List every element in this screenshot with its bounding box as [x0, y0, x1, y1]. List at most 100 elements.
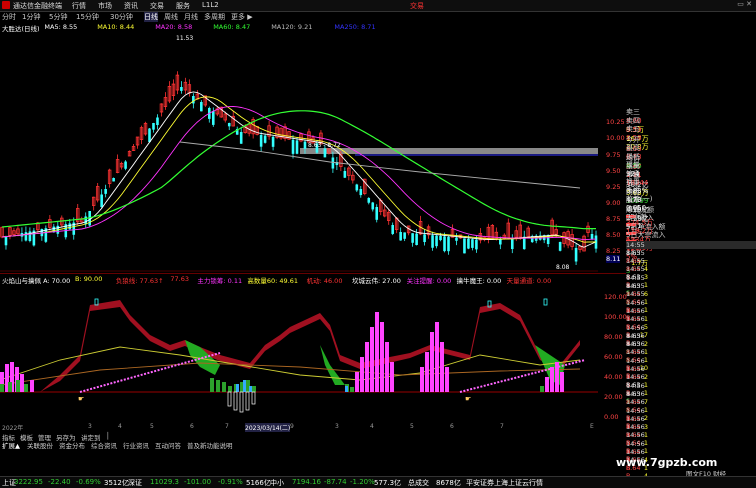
ma-legend: 大胜达(日线) MA5: 8.55 MA10: 8.44 MA20: 8.58 MA60…	[0, 23, 598, 33]
menu-item-market[interactable]: 市场	[98, 1, 112, 11]
price-axis-label: 9.00	[606, 199, 621, 207]
tick-row: 14:56 8.64 17 B	[626, 315, 756, 347]
hollow-bar	[239, 391, 244, 413]
volume-bar	[440, 342, 444, 392]
hollow-bar	[251, 391, 256, 405]
candle-body	[411, 233, 414, 243]
tick-time: 14:56	[626, 389, 645, 398]
candle-body	[152, 123, 155, 130]
cyan-bar	[236, 384, 239, 392]
index-ticker-item: -1.20%	[350, 478, 375, 486]
time-axis-label: 7	[225, 423, 229, 430]
extension-tab[interactable]: 综合资讯	[91, 440, 117, 450]
extension-tab[interactable]: 互动问答	[155, 440, 181, 450]
tick-time: 14:56	[626, 398, 645, 407]
green-bar	[228, 386, 232, 392]
ma-legend-item: MA60: 8.47	[213, 23, 251, 31]
tick-row: 14:56 8.64 5 B	[626, 307, 756, 339]
indicator-legend-item: 火焰山与擒佩 A: 70.00	[2, 277, 71, 285]
candle-body	[467, 238, 470, 249]
tick-row: 14:56 8.64 3 B	[626, 407, 756, 439]
extension-tab[interactable]: 资金分布	[59, 440, 85, 450]
index-ticker-bar: 上证 3222.95 -22.40 -0.69% 3512亿 深证 11029.3 -101.…	[0, 476, 756, 488]
tick-row: 14:55 8.64 1 B	[626, 290, 756, 322]
volume-bar	[545, 377, 549, 392]
candlestick-chart[interactable]: 11.53 8.63 - 8.72 8.08	[0, 32, 598, 272]
tick-time: 14:56	[626, 348, 645, 357]
ma-line	[1, 106, 597, 241]
cyan-bar	[345, 386, 348, 392]
candle-body	[291, 139, 295, 154]
menu-item-l1l2[interactable]: L1L2	[202, 1, 219, 9]
tick-time: 14:56	[626, 414, 645, 423]
green-bar	[210, 378, 214, 392]
volume-bar	[365, 342, 369, 392]
tick-row: 14:56 8.64 2 B	[626, 398, 756, 430]
indicator-tab[interactable]: │	[106, 432, 110, 440]
tick-row: 14:55 8.64 4 B	[626, 249, 756, 281]
indicator-legend-item: 高数量60: 49.61	[247, 277, 299, 285]
tick-time: 14:56	[626, 356, 645, 365]
indicator-axis-label: 120.00	[604, 293, 627, 301]
extension-tab[interactable]: 扩展▲	[2, 440, 20, 450]
candle-body	[435, 235, 438, 247]
menu-item-quotes[interactable]: 行情	[72, 1, 86, 11]
period-tab[interactable]: 周线	[164, 12, 178, 22]
signal-line	[0, 346, 581, 381]
price-axis: 10.25 10.00 9.75 9.50 9.25 9.00 8.75 8.50 8.25 8.…	[598, 32, 626, 272]
period-tab[interactable]: 月线	[184, 12, 198, 22]
indicator-axis-label: 80.00	[604, 333, 623, 341]
time-axis-label: 3	[335, 423, 339, 430]
quote-label: 收益(一)	[626, 195, 653, 203]
tick-time: 14:56	[626, 323, 645, 332]
period-tab[interactable]: 15分钟	[76, 12, 99, 22]
pane-divider[interactable]	[0, 273, 626, 274]
period-tab[interactable]: 1分钟	[22, 12, 40, 22]
tick-row: 14:56 8.64 2 B	[626, 356, 756, 389]
candle-body	[455, 237, 458, 241]
tick-time: 14:56	[626, 439, 645, 448]
extension-tab[interactable]: 关联股份	[27, 440, 53, 450]
extension-tab[interactable]: 普及新功能说明	[187, 440, 233, 450]
candle-body	[359, 189, 363, 196]
top-marker	[543, 298, 548, 306]
trade-button[interactable]: 交易	[410, 1, 424, 11]
period-tab[interactable]: 5分钟	[49, 12, 67, 22]
tick-row: 14:568.641B	[626, 431, 756, 463]
indicator-legend-item: 主力锁筹: 0.11	[197, 277, 243, 285]
tick-time: 14:55	[626, 265, 645, 274]
ma-legend-item: MA120: 9.21	[271, 23, 313, 31]
green-band	[320, 345, 345, 385]
order-label: 卖五	[626, 125, 640, 133]
period-tab[interactable]: 30分钟	[110, 12, 133, 22]
period-tab[interactable]: 更多 ▶	[231, 12, 253, 22]
candle-body	[439, 236, 442, 241]
green-bar	[216, 380, 220, 392]
candle-body	[574, 248, 578, 262]
window-buttons[interactable]: ▭ ✕	[737, 0, 752, 8]
menu-item-trade[interactable]: 交易	[150, 1, 164, 11]
period-tab[interactable]: 多周期	[204, 12, 225, 22]
mid-annotation: 8.63 - 8.72	[308, 142, 341, 149]
period-tab[interactable]: 日线	[144, 12, 158, 22]
indicator-axis-label: 0.00	[604, 413, 619, 421]
extension-tab[interactable]: 行业资讯	[123, 440, 149, 450]
price-axis-label: 9.75	[606, 151, 621, 159]
period-tab[interactable]: 分时	[2, 12, 16, 22]
price-axis-label: 8.11	[606, 255, 621, 263]
volume-bar	[380, 322, 384, 392]
tick-row: 14:568.641B	[626, 414, 756, 447]
tick-time: 14:56	[626, 331, 645, 340]
tick-time: 14:56	[626, 431, 645, 440]
candle-body	[100, 194, 103, 208]
watermark: www.7gpzb.com	[616, 456, 718, 469]
indicator-chart[interactable]: ☛ ☛	[0, 285, 598, 423]
menu-item-news[interactable]: 资讯	[124, 1, 138, 11]
volume-bar	[360, 357, 364, 392]
time-axis-label: 4	[118, 423, 122, 430]
tick-time: 14:56	[626, 315, 645, 324]
tick-row: 14:55 8.64 3 B	[626, 257, 756, 289]
tick-time: 14:56	[626, 448, 645, 456]
menu-bar: 通达信金融终端 行情 市场 资讯 交易 服务 L1L2 交易 ▭ ✕	[0, 0, 756, 12]
menu-item-service[interactable]: 服务	[176, 1, 190, 11]
